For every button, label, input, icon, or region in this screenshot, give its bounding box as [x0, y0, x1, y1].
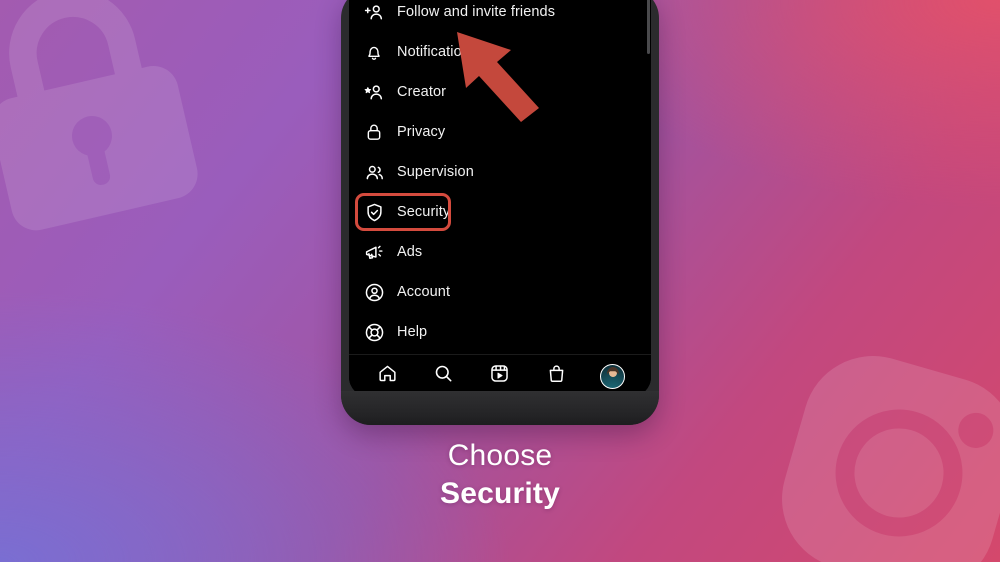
- shield-check-icon: [363, 201, 385, 223]
- search-icon: [433, 363, 454, 389]
- menu-item-label: Follow and invite friends: [397, 3, 556, 20]
- lock-icon: [363, 121, 385, 143]
- lifebuoy-icon: [363, 321, 385, 343]
- phone-bottom-bezel: [341, 391, 659, 425]
- instagram-logo-watermark: [782, 356, 1000, 562]
- menu-item-label: Privacy: [397, 123, 446, 140]
- menu-item-label: Creator: [397, 83, 447, 100]
- account-circle-icon: [363, 281, 385, 303]
- phone-device: Follow and invite friends Notifications: [341, 0, 659, 425]
- caption: Choose Security: [0, 437, 1000, 513]
- people-icon: [363, 161, 385, 183]
- menu-item-label: Account: [397, 283, 451, 300]
- shop-bag-icon: [546, 363, 567, 389]
- nav-item-search[interactable]: [427, 361, 461, 391]
- menu-item-label: Supervision: [397, 163, 474, 180]
- menu-item-security[interactable]: Security: [349, 192, 651, 232]
- nav-item-profile[interactable]: [596, 361, 630, 391]
- caption-line-2: Security: [440, 477, 560, 510]
- menu-item-label: Ads: [397, 243, 423, 260]
- caption-line-1: Choose: [447, 439, 553, 472]
- bell-icon: [363, 41, 385, 63]
- reels-icon: [489, 363, 510, 389]
- menu-item-account[interactable]: Account: [349, 272, 651, 312]
- menu-item-label: Help: [397, 323, 428, 340]
- megaphone-icon: [363, 241, 385, 263]
- phone-screen: Follow and invite friends Notifications: [349, 0, 651, 397]
- menu-item-supervision[interactable]: Supervision: [349, 152, 651, 192]
- nav-item-shop[interactable]: [539, 361, 573, 391]
- menu-item-help[interactable]: Help: [349, 312, 651, 352]
- profile-avatar: [600, 363, 626, 389]
- padlock-watermark: [0, 0, 198, 231]
- nav-item-home[interactable]: [370, 361, 404, 391]
- menu-item-label: Security: [397, 203, 451, 220]
- home-icon: [377, 363, 398, 389]
- menu-item-ads[interactable]: Ads: [349, 232, 651, 272]
- add-person-icon: [363, 1, 385, 23]
- star-person-icon: [363, 81, 385, 103]
- pointer-arrow: [457, 32, 539, 122]
- nav-item-reels[interactable]: [483, 361, 517, 391]
